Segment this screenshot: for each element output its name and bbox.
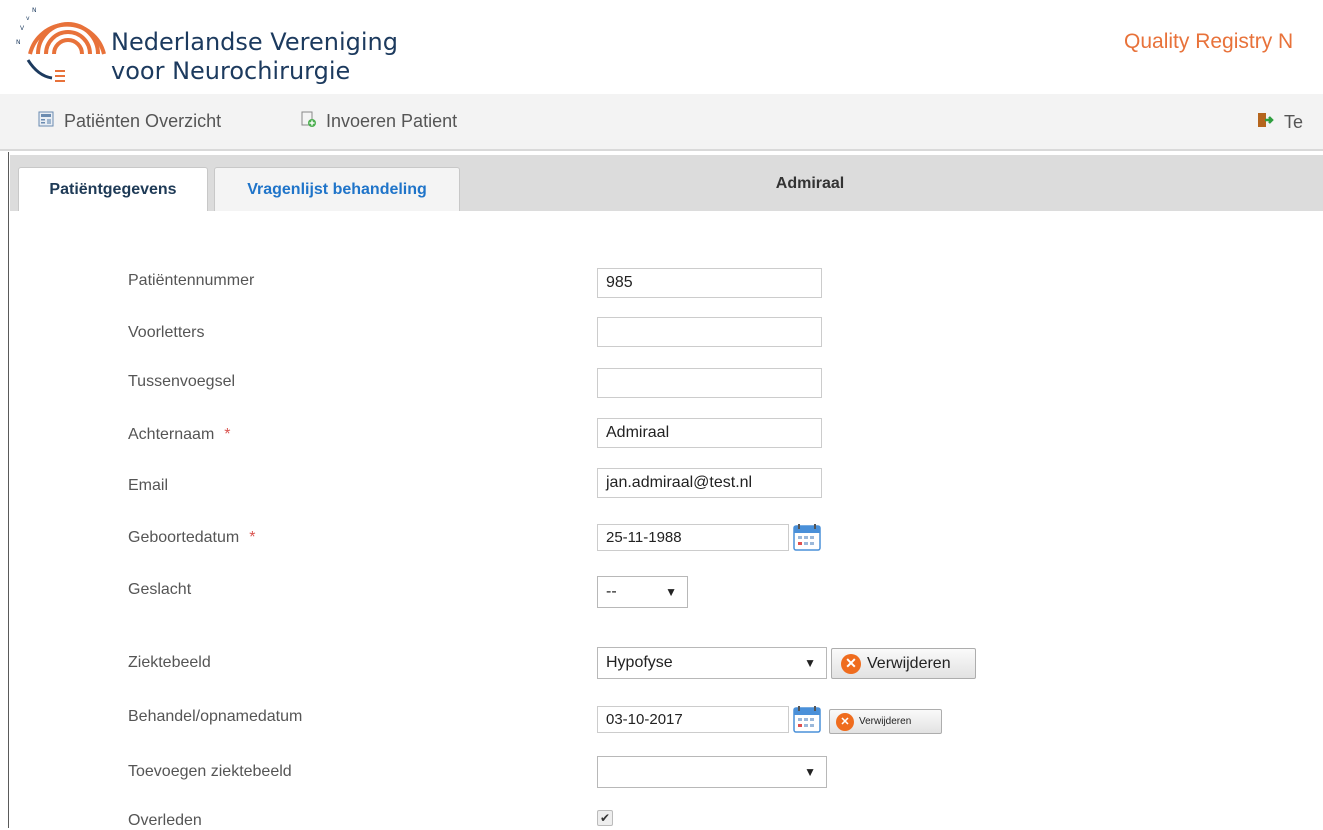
calendar-icon[interactable]	[792, 522, 822, 552]
nav-logout-label: Te	[1284, 112, 1304, 132]
chevron-down-icon: ▼	[665, 585, 677, 599]
nav-invoer-label: Invoeren Patient	[326, 111, 458, 131]
label-ziektebeeld: Ziektebeeld	[128, 654, 211, 671]
tussenvoegsel-input[interactable]	[597, 368, 822, 398]
add-document-icon	[300, 111, 316, 132]
label-achternaam: Achternaam *	[128, 426, 231, 444]
nav-invoeren-patient[interactable]: Invoeren Patient	[300, 111, 457, 132]
tab-patientgegevens[interactable]: Patiëntgegevens	[18, 167, 208, 211]
ziektebeeld-selected-value: Hypofyse	[606, 654, 673, 671]
nvvn-logo-icon: N V v N	[16, 7, 106, 82]
label-geboortedatum: Geboortedatum *	[128, 529, 255, 547]
verwijderen-small-label: Verwijderen	[859, 716, 912, 727]
chevron-down-icon: ▼	[804, 656, 816, 670]
label-overleden: Overleden	[128, 812, 202, 829]
toevoegen-ziektebeeld-select[interactable]: ▼	[597, 756, 827, 788]
overleden-checkbox[interactable]: ✔	[597, 810, 613, 826]
content-left-border	[8, 152, 9, 828]
registry-title: Quality Registry N	[1124, 30, 1294, 53]
label-tussenvoegsel: Tussenvoegsel	[128, 373, 236, 390]
achternaam-input[interactable]: Admiraal	[597, 418, 822, 448]
label-toevoegen-ziektebeeld: Toevoegen ziektebeeld	[128, 763, 292, 780]
nav-patienten-overzicht[interactable]: Patiënten Overzicht	[38, 111, 221, 132]
calendar-icon[interactable]	[792, 704, 822, 734]
svg-text:V: V	[20, 25, 25, 32]
geboortedatum-label-text: Geboortedatum	[128, 529, 240, 546]
geboortedatum-input[interactable]: 25-11-1988	[597, 524, 789, 551]
patientnummer-input[interactable]: 985	[597, 268, 822, 298]
label-email: Email	[128, 477, 169, 494]
voorletters-input[interactable]	[597, 317, 822, 347]
behandeldatum-input[interactable]: 03-10-2017	[597, 706, 789, 733]
verwijderen-ziektebeeld-button[interactable]: ✕ Verwijderen	[831, 648, 976, 679]
remove-x-icon: ✕	[841, 653, 861, 674]
label-patientnummer: Patiëntennummer	[128, 272, 255, 289]
org-name-line1: Nederlandse Vereniging	[111, 28, 398, 56]
app-header: N V v N Nederlandse Vereniging voor Neur…	[0, 0, 1323, 94]
nav-logout[interactable]: Te	[1256, 111, 1303, 134]
geslacht-selected-value: --	[606, 583, 617, 600]
checkmark-icon: ✔	[599, 811, 611, 825]
remove-x-icon: ✕	[836, 712, 854, 731]
nav-overview-label: Patiënten Overzicht	[64, 111, 222, 131]
patient-name-heading: Admiraal	[775, 175, 845, 192]
verwijderen-label: Verwijderen	[867, 654, 951, 672]
svg-text:v: v	[26, 15, 30, 22]
tab-vragenlijst-behandeling[interactable]: Vragenlijst behandeling	[214, 167, 460, 211]
chevron-down-icon: ▼	[804, 765, 816, 779]
label-voorletters: Voorletters	[128, 324, 205, 341]
achternaam-label-text: Achternaam	[128, 426, 215, 443]
svg-text:N: N	[16, 39, 21, 46]
svg-text:N: N	[32, 7, 37, 14]
main-navbar: Patiënten Overzicht Invoeren Patient Te	[0, 94, 1323, 151]
verwijderen-behandeldatum-button[interactable]: ✕ Verwijderen	[829, 709, 942, 734]
ziektebeeld-select[interactable]: Hypofyse ▼	[597, 647, 827, 679]
geslacht-select[interactable]: -- ▼	[597, 576, 688, 608]
list-icon	[38, 111, 54, 132]
door-exit-icon	[1256, 111, 1274, 134]
org-name-line2: voor Neurochirurgie	[111, 57, 351, 85]
email-input[interactable]: jan.admiraal@test.nl	[597, 468, 822, 498]
required-marker: *	[249, 529, 256, 546]
label-behandeldatum: Behandel/opnamedatum	[128, 708, 303, 725]
required-marker: *	[224, 426, 231, 443]
tab-bar: Patiëntgegevens Vragenlijst behandeling …	[10, 155, 1323, 211]
label-geslacht: Geslacht	[128, 581, 192, 598]
organization-name: Nederlandse Vereniging voor Neurochirurg…	[111, 28, 398, 86]
